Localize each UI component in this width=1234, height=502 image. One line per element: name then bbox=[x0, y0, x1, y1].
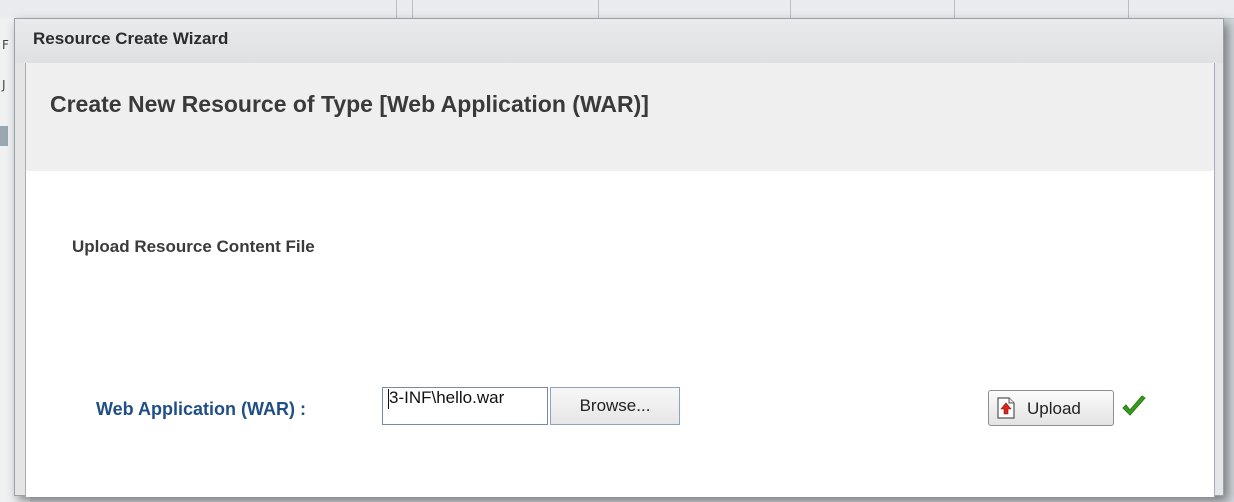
wizard-header: Create New Resource of Type [Web Applica… bbox=[26, 63, 1214, 171]
upload-file-icon bbox=[997, 397, 1015, 419]
war-file-path-value: 3-INF\hello.war bbox=[389, 388, 505, 407]
section-title: Upload Resource Content File bbox=[72, 237, 315, 256]
dialog-titlebar[interactable]: Resource Create Wizard bbox=[15, 19, 1223, 63]
toolbar-separator bbox=[1128, 0, 1129, 18]
upload-button[interactable]: Upload bbox=[988, 390, 1114, 426]
browse-button[interactable]: Browse... bbox=[550, 387, 680, 425]
toolbar-separator bbox=[790, 0, 791, 18]
resource-create-wizard-dialog: Resource Create Wizard Create New Resour… bbox=[14, 18, 1224, 497]
toolbar-separator bbox=[598, 0, 599, 18]
background-text: F bbox=[2, 38, 9, 52]
background-marker bbox=[0, 126, 8, 146]
background-text: J bbox=[2, 78, 6, 92]
page-title: Create New Resource of Type [Web Applica… bbox=[50, 91, 649, 117]
war-file-path-input[interactable]: 3-INF\hello.war bbox=[382, 387, 548, 425]
toolbar-separator bbox=[954, 0, 955, 18]
dialog-title: Resource Create Wizard bbox=[33, 29, 229, 48]
checkmark-icon bbox=[1122, 395, 1146, 416]
upload-button-label: Upload bbox=[1027, 399, 1081, 418]
toolbar-separator bbox=[412, 0, 413, 18]
background-toolbar bbox=[0, 0, 1234, 19]
war-field-label: Web Application (WAR) : bbox=[96, 399, 306, 419]
toolbar-separator bbox=[396, 0, 397, 18]
wizard-content: Create New Resource of Type [Web Applica… bbox=[25, 63, 1215, 497]
